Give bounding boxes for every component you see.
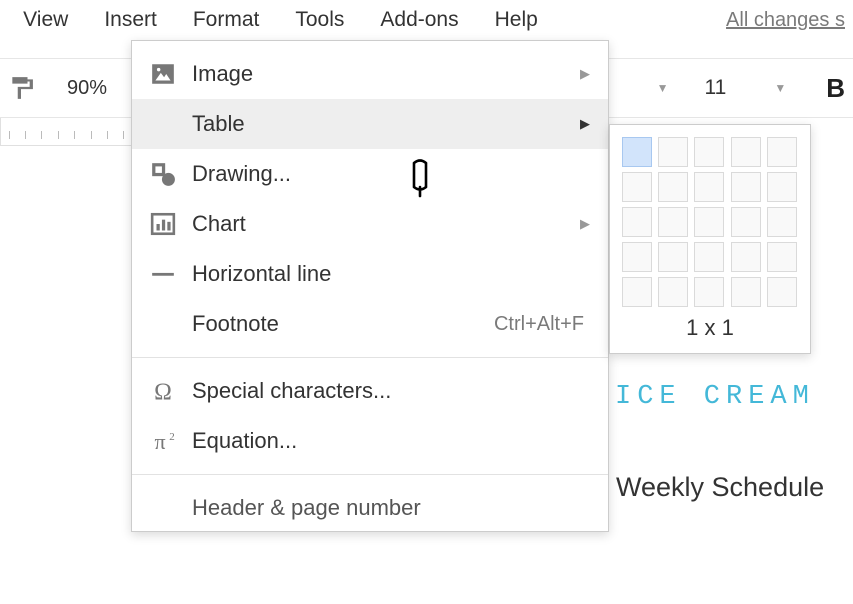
submenu-arrow-icon: ▶ [580,116,590,132]
insert-equation-item[interactable]: π 2 Equation... [132,416,608,466]
drawing-icon [150,161,176,187]
omega-icon: Ω [150,378,176,404]
insert-footnote-label: Footnote [192,311,494,337]
image-icon [150,61,176,87]
insert-image-item[interactable]: Image ▶ [132,49,608,99]
font-size-dropdown-arrow-icon[interactable]: ▼ [774,81,786,95]
menu-tools[interactable]: Tools [277,0,362,40]
table-grid-cell[interactable] [658,172,688,202]
table-grid-cell[interactable] [658,277,688,307]
doc-heading: Weekly Schedule [616,472,824,503]
insert-header-page-number-item[interactable]: Header & page number [132,483,608,523]
table-grid-cell[interactable] [694,242,724,272]
insert-special-characters-item[interactable]: Ω Special characters... [132,366,608,416]
table-grid-cell[interactable] [731,172,761,202]
paint-format-button[interactable] [0,75,42,101]
insert-special-label: Special characters... [192,378,584,404]
doc-subtitle: ICE CREAM [615,382,815,412]
insert-horizontal-line-item[interactable]: Horizontal line [132,249,608,299]
table-size-label: 1 x 1 [622,315,798,341]
table-grid-cell[interactable] [658,207,688,237]
table-grid-cell[interactable] [694,172,724,202]
insert-table-label: Table [192,111,584,137]
menu-format[interactable]: Format [175,0,278,40]
horizontal-line-icon [150,261,176,287]
table-grid-cell[interactable] [658,137,688,167]
insert-footnote-shortcut: Ctrl+Alt+F [494,313,584,336]
menu-help[interactable]: Help [477,0,556,40]
table-grid-cell[interactable] [767,207,797,237]
table-grid-cell[interactable] [731,277,761,307]
insert-hline-label: Horizontal line [192,261,584,287]
table-grid-cell[interactable] [731,207,761,237]
table-grid-cell[interactable] [622,277,652,307]
insert-chart-item[interactable]: Chart ▶ [132,199,608,249]
menu-divider [132,357,608,358]
paint-format-icon [8,75,34,101]
svg-text:2: 2 [169,431,175,443]
table-grid-cell[interactable] [767,172,797,202]
insert-table-item[interactable]: Table ▶ [132,99,608,149]
insert-image-label: Image [192,61,584,87]
menubar: lit View Insert Format Tools Add-ons Hel… [0,0,853,40]
pi-icon: π 2 [150,428,178,454]
insert-header-label: Header & page number [192,495,584,521]
submenu-arrow-icon: ▶ [580,66,590,82]
table-grid-cell[interactable] [694,137,724,167]
table-grid-cell[interactable] [767,242,797,272]
table-grid-cell[interactable] [658,242,688,272]
insert-equation-label: Equation... [192,428,584,454]
all-changes-saved-link[interactable]: All changes s [726,9,845,32]
table-grid-cell[interactable] [694,207,724,237]
submenu-arrow-icon: ▶ [580,216,590,232]
table-grid-cell[interactable] [767,277,797,307]
insert-chart-label: Chart [192,211,584,237]
table-grid-cell[interactable] [622,207,652,237]
menu-divider [132,474,608,475]
ruler[interactable] [0,118,132,146]
svg-text:π: π [154,429,165,454]
table-size-flyout: 1 x 1 [609,124,811,354]
chart-icon [150,211,176,237]
insert-drawing-label: Drawing... [192,161,584,187]
table-size-grid[interactable] [622,137,798,307]
font-family-dropdown-arrow-icon[interactable]: ▼ [657,81,669,95]
table-grid-cell[interactable] [767,137,797,167]
table-grid-cell[interactable] [731,137,761,167]
menu-insert[interactable]: Insert [86,0,175,40]
bold-button[interactable]: B [826,73,853,104]
table-grid-cell[interactable] [694,277,724,307]
insert-menu-dropdown: Image ▶ Table ▶ Drawing... Chart ▶ [131,40,609,532]
table-grid-cell[interactable] [622,172,652,202]
svg-text:Ω: Ω [154,380,172,404]
table-grid-cell[interactable] [731,242,761,272]
table-grid-cell[interactable] [622,137,652,167]
table-grid-cell[interactable] [622,242,652,272]
menu-addons[interactable]: Add-ons [362,0,476,40]
zoom-dropdown[interactable]: 90% [42,77,132,100]
menu-view[interactable]: View [5,0,86,40]
font-size-input[interactable]: 11 [669,76,763,100]
insert-drawing-item[interactable]: Drawing... [132,149,608,199]
insert-footnote-item[interactable]: Footnote Ctrl+Alt+F [132,299,608,349]
